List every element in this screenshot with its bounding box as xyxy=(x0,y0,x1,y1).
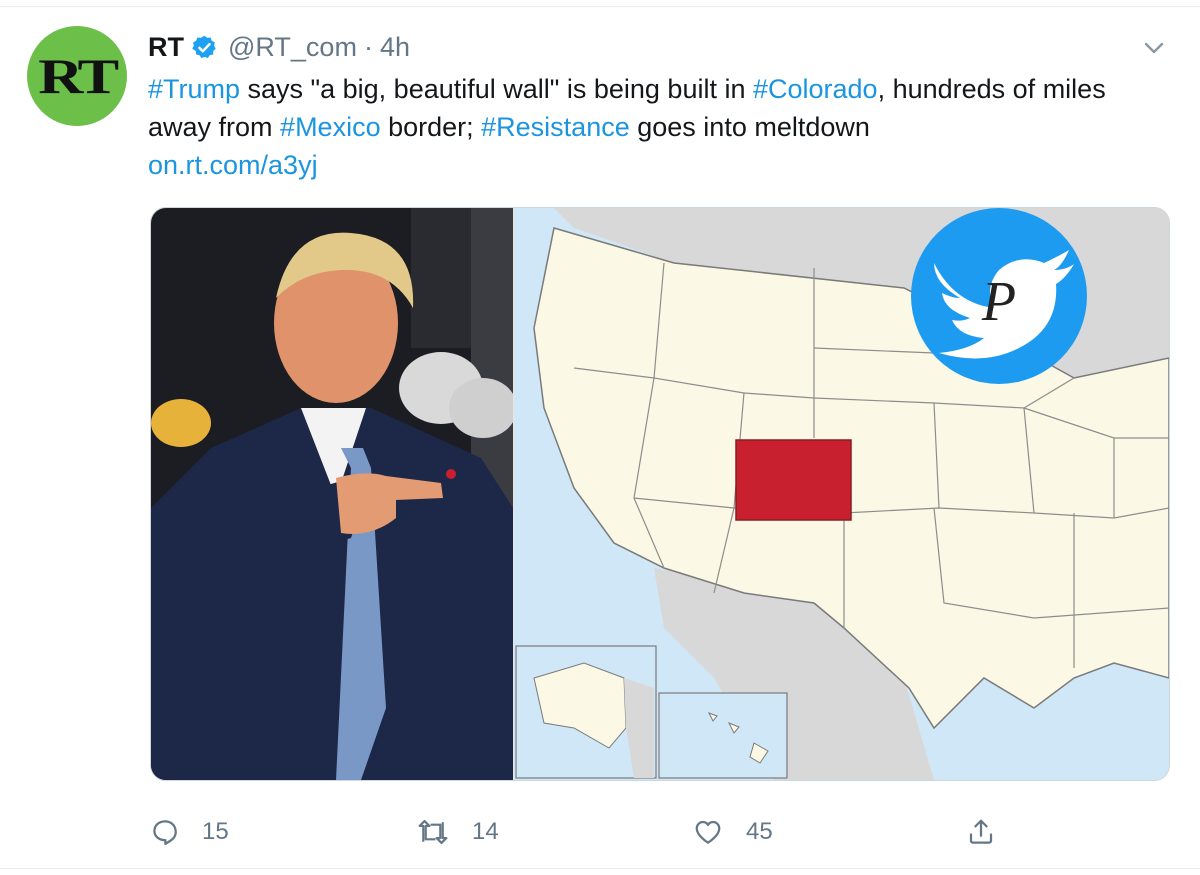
share-button[interactable] xyxy=(966,812,1018,852)
watermark-twitter-p-logo: P xyxy=(911,208,1087,384)
like-count: 45 xyxy=(746,818,773,845)
tweet-timestamp[interactable]: 4h xyxy=(380,32,410,63)
like-button[interactable]: 45 xyxy=(692,812,773,852)
retweet-count: 14 xyxy=(472,818,499,845)
tweet-header: RT @RT_com · 4h xyxy=(148,30,410,64)
watermark-letter: P xyxy=(981,271,1016,333)
verified-badge-icon xyxy=(192,35,216,58)
avatar-logo-text: RT xyxy=(38,48,119,104)
share-icon xyxy=(969,819,993,844)
tweet-link[interactable]: on.rt.com/a3yj xyxy=(148,150,318,180)
reply-count: 15 xyxy=(202,818,229,845)
hashtag-trump[interactable]: #Trump xyxy=(148,74,240,104)
us-map-colorado-highlighted[interactable]: P xyxy=(514,208,1169,780)
hashtag-mexico[interactable]: #Mexico xyxy=(280,112,381,142)
author-name[interactable]: RT xyxy=(148,32,184,63)
bottom-divider xyxy=(0,868,1200,869)
tweet-media[interactable]: P xyxy=(150,207,1170,781)
tweet-text-segment: border; xyxy=(380,112,482,142)
photo-of-man-pointing[interactable] xyxy=(151,208,513,780)
avatar[interactable]: RT xyxy=(27,26,127,126)
header-separator: · xyxy=(363,31,373,62)
tweet-actions: 15 14 45 xyxy=(0,812,1200,852)
heart-icon xyxy=(695,820,721,844)
retweet-button[interactable]: 14 xyxy=(416,812,499,852)
retweet-icon xyxy=(418,819,448,845)
tweet-text-segment: says "a big, beautiful wall" is being bu… xyxy=(240,74,753,104)
reply-button[interactable]: 15 xyxy=(150,812,229,852)
chevron-down-icon[interactable] xyxy=(1140,34,1168,62)
top-divider xyxy=(0,6,1200,7)
hashtag-resistance[interactable]: #Resistance xyxy=(481,112,630,142)
reply-icon xyxy=(153,820,177,845)
tweet-text-segment: goes into meltdown xyxy=(629,112,870,142)
tweet-text: #Trump says "a big, beautiful wall" is b… xyxy=(148,70,1158,184)
hashtag-colorado[interactable]: #Colorado xyxy=(753,74,878,104)
author-handle[interactable]: @RT_com xyxy=(228,32,357,63)
